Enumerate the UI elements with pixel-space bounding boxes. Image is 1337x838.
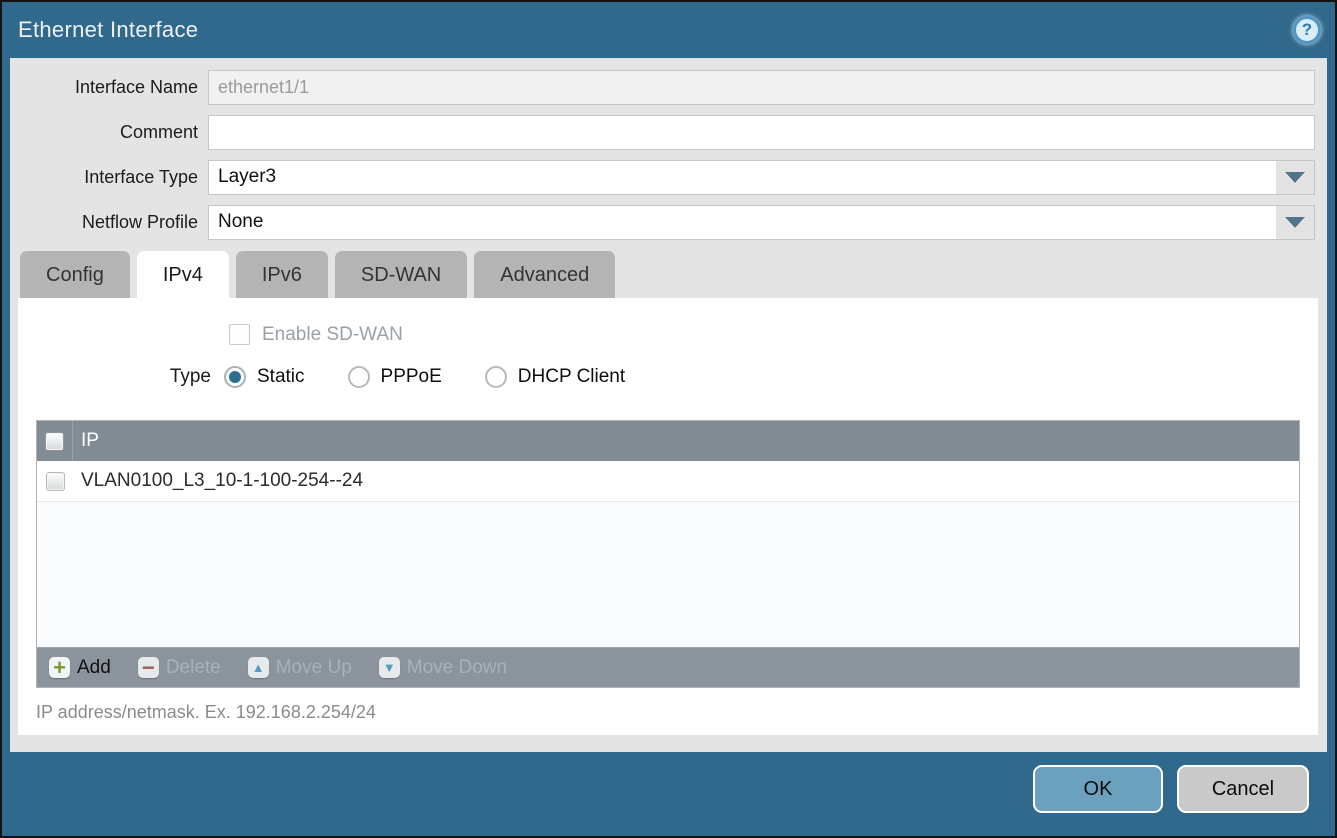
- help-icon[interactable]: ?: [1293, 16, 1321, 44]
- move-down-button[interactable]: ▼ Move Down: [379, 657, 507, 679]
- interface-name-label: Interface Name: [10, 77, 208, 98]
- tab-advanced[interactable]: Advanced: [474, 251, 615, 298]
- add-button-label: Add: [77, 657, 111, 679]
- move-up-button[interactable]: ▲ Move Up: [248, 657, 352, 679]
- interface-type-dropdown[interactable]: Layer3: [208, 160, 1315, 195]
- row-checkbox[interactable]: [46, 472, 65, 491]
- ip-table-toolbar: + Add − Delete ▲ Move Up ▼ Move Down: [37, 647, 1299, 687]
- interface-name-row: Interface Name: [10, 70, 1315, 105]
- minus-glyph: −: [142, 660, 155, 676]
- radio-dhcp-client-label[interactable]: DHCP Client: [518, 366, 625, 388]
- move-up-button-label: Move Up: [276, 657, 352, 679]
- interface-type-row: Interface Type Layer3: [10, 160, 1315, 195]
- dialog-titlebar: Ethernet Interface ?: [2, 2, 1335, 58]
- radio-static-label[interactable]: Static: [257, 366, 305, 388]
- minus-icon: −: [138, 657, 159, 678]
- row-checkbox-cell: [37, 472, 73, 491]
- netflow-profile-row: Netflow Profile None: [10, 205, 1315, 240]
- enable-sdwan-checkbox[interactable]: [229, 324, 250, 345]
- table-row[interactable]: VLAN0100_L3_10-1-100-254--24: [37, 461, 1299, 502]
- interface-name-field: [208, 70, 1315, 105]
- tab-ipv4[interactable]: IPv4: [137, 251, 229, 298]
- netflow-profile-dropdown[interactable]: None: [208, 205, 1315, 240]
- tab-config[interactable]: Config: [20, 251, 130, 298]
- add-button[interactable]: + Add: [49, 657, 111, 679]
- enable-sdwan-row: Enable SD-WAN: [229, 298, 1318, 345]
- ok-button[interactable]: OK: [1033, 765, 1163, 813]
- ip-column-header: IP: [73, 430, 99, 452]
- ipv4-tab-panel: Enable SD-WAN Type Static PPPoE DHCP Cli…: [18, 298, 1318, 735]
- arrow-up-glyph: ▲: [252, 660, 265, 675]
- dialog-footer: OK Cancel: [2, 752, 1335, 836]
- netflow-profile-dropdown-button[interactable]: [1276, 206, 1314, 239]
- delete-button[interactable]: − Delete: [138, 657, 221, 679]
- tab-strip: Config IPv4 IPv6 SD-WAN Advanced: [20, 251, 1327, 298]
- interface-type-dropdown-button[interactable]: [1276, 161, 1314, 194]
- plus-icon: +: [49, 657, 70, 678]
- radio-static[interactable]: [224, 366, 246, 388]
- plus-glyph: +: [53, 659, 66, 677]
- ip-table-header: IP: [37, 421, 1299, 461]
- ip-table-body: VLAN0100_L3_10-1-100-254--24: [37, 461, 1299, 647]
- netflow-profile-value: None: [209, 206, 1276, 239]
- radio-pppoe-label[interactable]: PPPoE: [381, 366, 442, 388]
- page-title: Ethernet Interface: [18, 17, 198, 43]
- interface-form: Interface Name Comment Interface Type La…: [10, 58, 1327, 240]
- type-label: Type: [18, 366, 224, 388]
- enable-sdwan-label: Enable SD-WAN: [262, 324, 403, 346]
- dialog-body: Interface Name Comment Interface Type La…: [10, 58, 1327, 752]
- delete-button-label: Delete: [166, 657, 221, 679]
- header-checkbox-cell: [37, 421, 73, 461]
- ethernet-interface-dialog: Ethernet Interface ? Interface Name Comm…: [0, 0, 1337, 838]
- arrow-down-glyph: ▼: [383, 660, 396, 675]
- tab-ipv6[interactable]: IPv6: [236, 251, 328, 298]
- select-all-checkbox[interactable]: [45, 432, 64, 451]
- interface-type-value: Layer3: [209, 161, 1276, 194]
- chevron-down-icon: [1285, 217, 1305, 228]
- type-radio-row: Type Static PPPoE DHCP Client: [18, 366, 1318, 388]
- ip-table: IP VLAN0100_L3_10-1-100-254--24 + Add: [36, 420, 1300, 688]
- netflow-profile-label: Netflow Profile: [10, 212, 208, 233]
- radio-dhcp-client[interactable]: [485, 366, 507, 388]
- comment-row: Comment: [10, 115, 1315, 150]
- ip-format-hint: IP address/netmask. Ex. 192.168.2.254/24: [18, 688, 1318, 723]
- comment-field[interactable]: [208, 115, 1315, 150]
- move-down-button-label: Move Down: [407, 657, 507, 679]
- arrow-up-icon: ▲: [248, 657, 269, 678]
- chevron-down-icon: [1285, 172, 1305, 183]
- row-ip-value: VLAN0100_L3_10-1-100-254--24: [73, 470, 363, 492]
- comment-label: Comment: [10, 122, 208, 143]
- radio-pppoe[interactable]: [348, 366, 370, 388]
- interface-type-label: Interface Type: [10, 167, 208, 188]
- arrow-down-icon: ▼: [379, 657, 400, 678]
- tab-sdwan[interactable]: SD-WAN: [335, 251, 467, 298]
- cancel-button[interactable]: Cancel: [1177, 765, 1309, 813]
